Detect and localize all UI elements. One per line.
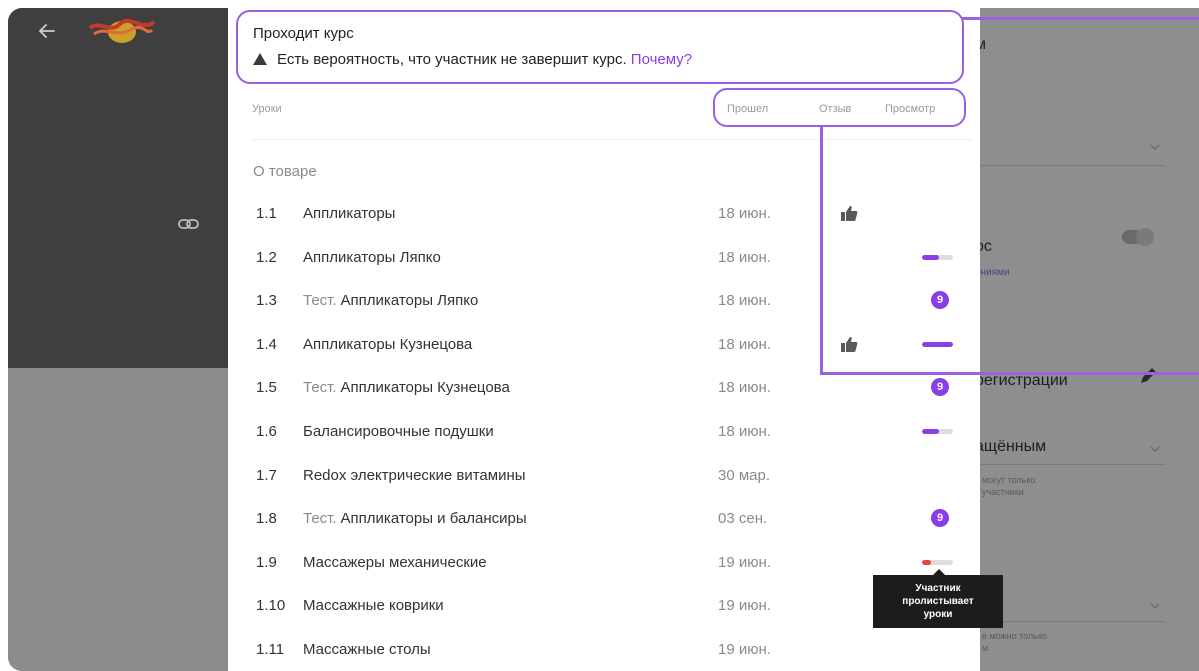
lesson-number: 1.11	[256, 641, 285, 658]
tooltip-line: уроки	[923, 609, 953, 620]
lesson-title[interactable]: Массажеры механические	[303, 554, 487, 571]
lesson-title[interactable]: Аппликаторы Ляпко	[303, 249, 441, 266]
tooltip: Участник пролистывает уроки	[873, 569, 1003, 628]
lesson-row[interactable]: 1.7 Redox электрические витамины 30 мар.	[0, 461, 1199, 491]
lesson-row[interactable]: 1.3 Тест. Аппликаторы Ляпко 18 июн. 9	[0, 286, 1199, 316]
lesson-passed-date: 18 июн.	[718, 292, 771, 310]
lesson-title[interactable]: Аппликаторы	[303, 205, 395, 222]
lesson-row[interactable]: 1.2 Аппликаторы Ляпко 18 июн.	[0, 243, 1199, 273]
lesson-row[interactable]: 1.6 Балансировочные подушки 18 июн.	[0, 417, 1199, 447]
lesson-title-text: Аппликаторы Кузнецова	[303, 335, 473, 353]
lesson-number: 1.10	[256, 597, 286, 615]
lesson-title-text: Балансировочные подушки	[303, 423, 494, 440]
lesson-passed-date: 19 июн.	[718, 641, 771, 658]
lesson-row[interactable]: 1.9 Массажеры механические 19 июн.	[0, 548, 1199, 578]
view-progress-fill	[922, 254, 940, 260]
lesson-passed-date: 18 июн.	[718, 205, 771, 222]
test-score-badge[interactable]: 9	[931, 509, 949, 528]
lesson-passed-date: 18 июн.	[718, 335, 771, 353]
lesson-row[interactable]: 1.10 Массажные коврики 19 июн.	[0, 591, 1199, 621]
callout-connector	[820, 127, 823, 375]
lesson-type-prefix: Тест.	[303, 379, 337, 397]
lesson-passed-date: 03 сен.	[718, 510, 768, 528]
column-lessons: Уроки	[252, 103, 282, 115]
brand-logo	[88, 18, 156, 43]
chevron-down-icon[interactable]	[1150, 144, 1160, 150]
lesson-number: 1.7	[256, 466, 277, 484]
arrow-left-icon[interactable]	[36, 20, 58, 42]
test-score-badge[interactable]: 9	[931, 378, 949, 397]
view-progress-bar	[922, 254, 953, 260]
view-progress-fill	[922, 341, 953, 347]
lesson-number: 1.1	[256, 205, 277, 222]
tooltip-line: Участник	[915, 583, 961, 594]
lesson-row[interactable]: 1.1 Аппликаторы 18 июн.	[0, 199, 1199, 229]
lesson-title-text: Массажные столы	[303, 641, 431, 658]
lesson-number: 1.9	[256, 553, 277, 571]
tooltip-line: пролистывает	[902, 596, 974, 607]
lesson-number: 1.8	[256, 510, 277, 528]
thumbs-up-icon	[841, 336, 858, 352]
lesson-passed-date: 18 июн.	[718, 423, 771, 440]
lesson-title[interactable]: Аппликаторы Кузнецова	[303, 336, 472, 353]
lesson-number: 1.5	[256, 379, 277, 397]
lesson-title-text: Массажеры механические	[303, 553, 487, 571]
columns-highlight-callout	[713, 88, 966, 127]
lesson-passed-date: 18 июн.	[718, 379, 771, 397]
lesson-number: 1.3	[256, 292, 277, 310]
lesson-row[interactable]: 1.11 Массажные столы 19 июн.	[0, 635, 1199, 665]
view-progress-fill	[922, 429, 940, 434]
lesson-title-text: Аппликаторы	[303, 205, 396, 222]
view-progress-bar	[922, 429, 953, 434]
lesson-title[interactable]: Тест. Аппликаторы Ляпко	[303, 292, 478, 309]
callout-connector	[820, 372, 1199, 375]
test-score-badge[interactable]: 9	[931, 291, 949, 310]
lesson-passed-date: 19 июн.	[718, 597, 771, 615]
lesson-title-text: Массажные коврики	[303, 597, 444, 615]
lesson-type-prefix: Тест.	[303, 292, 337, 310]
lesson-title-text: Аппликаторы и балансиры	[340, 510, 527, 528]
lesson-title[interactable]: Массажные коврики	[303, 597, 444, 614]
lesson-row[interactable]: 1.5 Тест. Аппликаторы Кузнецова 18 июн. 9	[0, 373, 1199, 403]
view-progress-bar	[922, 559, 953, 565]
lesson-title[interactable]: Балансировочные подушки	[303, 423, 494, 440]
thumbs-up-icon	[841, 206, 858, 221]
lesson-passed-date: 19 июн.	[718, 553, 771, 571]
lesson-title[interactable]: Redox электрические витамины	[303, 467, 526, 484]
lesson-number: 1.4	[256, 335, 277, 353]
lesson-type-prefix: Тест.	[303, 510, 337, 528]
right-divider	[975, 165, 1165, 166]
status-highlight-callout	[236, 10, 964, 84]
lesson-passed-date: 30 мар.	[718, 466, 771, 484]
lesson-row[interactable]: 1.8 Тест. Аппликаторы и балансиры 03 сен. 9	[0, 504, 1199, 534]
lesson-number: 1.6	[256, 423, 277, 440]
lesson-row[interactable]: 1.4 Аппликаторы Кузнецова 18 июн.	[0, 330, 1199, 360]
lesson-title[interactable]: Тест. Аппликаторы Кузнецова	[303, 379, 510, 396]
lesson-title-text: Redox электрические витамины	[303, 466, 526, 484]
lesson-title[interactable]: Тест. Аппликаторы и балансиры	[303, 510, 527, 527]
lesson-passed-date: 18 июн.	[718, 248, 771, 266]
view-progress-bar	[922, 341, 953, 347]
lesson-number: 1.2	[256, 248, 277, 266]
lesson-title[interactable]: Массажные столы	[303, 641, 431, 658]
callout-connector	[962, 17, 1199, 20]
lesson-title-text: Аппликаторы Ляпко	[340, 292, 479, 310]
section-title: О товаре	[253, 163, 317, 180]
lesson-title-text: Аппликаторы Кузнецова	[340, 379, 510, 397]
lesson-title-text: Аппликаторы Ляпко	[303, 248, 441, 266]
view-progress-fill	[922, 559, 932, 565]
